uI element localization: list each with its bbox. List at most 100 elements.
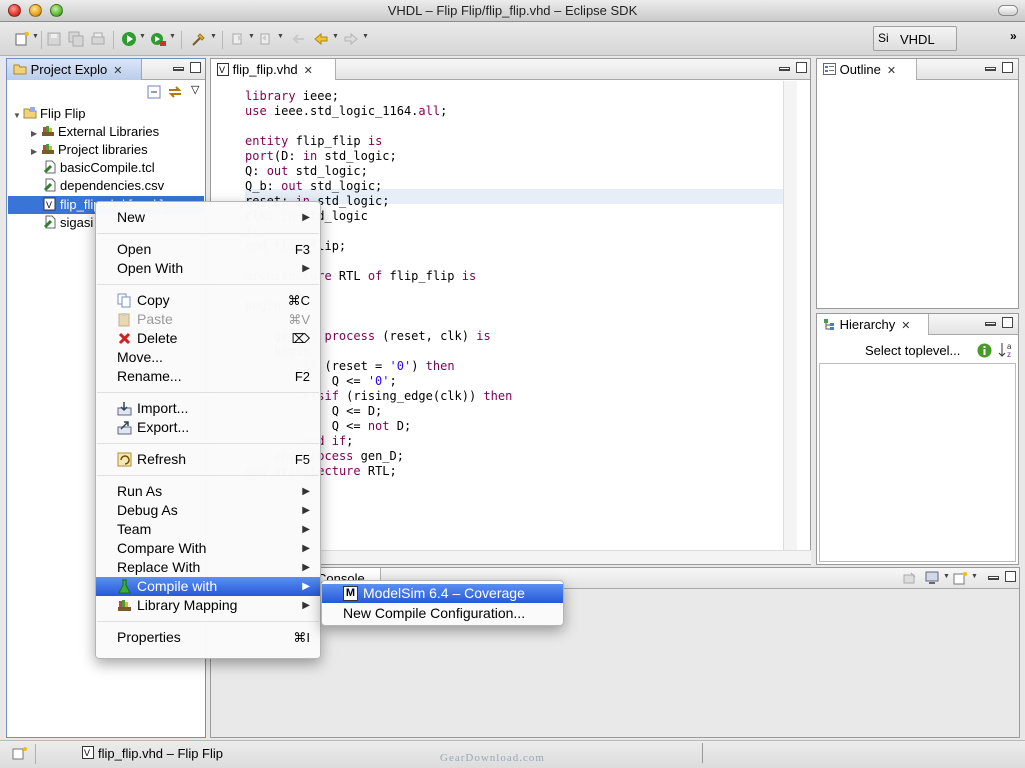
menu-item-rename[interactable]: Rename... F2 — [96, 367, 320, 386]
minimize-view-button[interactable] — [985, 67, 996, 71]
menu-item-delete[interactable]: Delete ⌦ — [96, 329, 320, 348]
save-icon[interactable] — [46, 31, 62, 47]
maximize-view-button[interactable] — [1002, 62, 1013, 73]
menu-item-export[interactable]: Export... — [96, 418, 320, 437]
menu-item-refresh[interactable]: Refresh F5 — [96, 450, 320, 469]
code-line: entity flip_flip is — [245, 134, 382, 149]
collapsed-triangle-icon[interactable]: ▶ — [31, 143, 41, 161]
open-console-icon[interactable] — [953, 571, 969, 588]
external-tools-icon[interactable] — [150, 31, 166, 47]
minimize-view-button[interactable] — [779, 67, 790, 71]
next-annotation-icon[interactable] — [230, 31, 246, 47]
new-wizard-icon[interactable] — [14, 31, 30, 47]
menu-separator — [97, 475, 319, 476]
menu-item-copy[interactable]: Copy ⌘C — [96, 291, 320, 310]
chevron-down-icon[interactable]: ▼ — [332, 33, 339, 40]
perspective-vhdl-button[interactable]: Si VHDL — [873, 26, 957, 51]
run-icon[interactable] — [121, 31, 137, 47]
menu-shortcut: ⌘I — [293, 630, 310, 645]
code-text: RTL; — [360, 464, 397, 478]
expanded-triangle-icon[interactable]: ▼ — [13, 107, 23, 125]
tree-item-external-libraries[interactable]: ▶ External Libraries — [31, 123, 159, 141]
tree-item-project[interactable]: ▼ Flip Flip — [13, 105, 86, 123]
close-icon[interactable]: ✕ — [113, 65, 122, 77]
menu-item-compile-with[interactable]: Compile with ▶ — [96, 577, 320, 596]
back-icon[interactable] — [313, 31, 329, 47]
chevron-down-icon[interactable]: ▼ — [971, 573, 978, 580]
sort-alphabetically-icon[interactable]: az — [998, 341, 1014, 362]
print-icon[interactable] — [90, 31, 106, 47]
menu-item-paste[interactable]: Paste ⌘V — [96, 310, 320, 329]
chevron-down-icon[interactable]: ▼ — [169, 33, 176, 40]
tree-item-sigasi[interactable]: sigasi — [43, 214, 93, 232]
minimize-view-button[interactable] — [988, 576, 999, 580]
status-separator — [702, 743, 703, 763]
forward-icon[interactable] — [343, 31, 359, 47]
menu-item-team[interactable]: Team ▶ — [96, 520, 320, 539]
code-text: gen_D; — [353, 449, 404, 463]
tab-project-explorer[interactable]: Project Explo ✕ — [7, 59, 142, 80]
maximize-view-button[interactable] — [1005, 571, 1016, 582]
collapse-all-icon[interactable] — [147, 85, 161, 102]
fast-view-icon[interactable] — [12, 745, 30, 764]
chevron-down-icon[interactable]: ▼ — [943, 573, 950, 580]
menu-item-properties[interactable]: Properties ⌘I — [96, 628, 320, 647]
menu-item-run-as[interactable]: Run As ▶ — [96, 482, 320, 501]
menu-item-open[interactable]: Open F3 — [96, 240, 320, 259]
chevron-down-icon[interactable]: ▼ — [248, 33, 255, 40]
close-icon[interactable]: ✕ — [901, 320, 910, 332]
tree-item-dependencies[interactable]: dependencies.csv — [43, 177, 164, 195]
explorer-tab-bar: Project Explo ✕ — [7, 59, 205, 80]
link-with-editor-icon[interactable] — [167, 85, 183, 102]
tree-item-project-libraries[interactable]: ▶ Project libraries — [31, 141, 148, 159]
minimize-view-button[interactable] — [985, 322, 996, 326]
tab-hierarchy[interactable]: Hierarchy ✕ — [817, 314, 929, 335]
menu-item-open-with[interactable]: Open With ▶ — [96, 259, 320, 278]
minimize-view-button[interactable] — [173, 67, 184, 71]
menu-item-label: Properties — [117, 629, 181, 645]
maximize-view-button[interactable] — [796, 62, 807, 73]
menu-item-label: Replace With — [117, 559, 201, 575]
menu-item-debug-as[interactable]: Debug As ▶ — [96, 501, 320, 520]
menu-item-label: Paste — [137, 311, 173, 327]
vhdl-file-icon: V — [82, 746, 94, 762]
save-all-icon[interactable] — [68, 31, 84, 47]
close-icon[interactable]: ✕ — [304, 65, 313, 77]
vertical-scrollbar[interactable] — [783, 81, 797, 550]
previous-annotation-icon[interactable] — [258, 31, 274, 47]
more-perspectives-icon[interactable]: » — [1010, 29, 1017, 43]
tab-label: flip_flip.vhd — [232, 62, 298, 77]
menu-item-new[interactable]: New ▶ — [96, 208, 320, 227]
tree-item-basiccompile[interactable]: basicCompile.tcl — [43, 159, 155, 177]
menu-item-replace-with[interactable]: Replace With ▶ — [96, 558, 320, 577]
menu-item-move[interactable]: Move... — [96, 348, 320, 367]
chevron-down-icon[interactable]: ▼ — [362, 33, 369, 40]
last-edit-icon[interactable] — [290, 31, 306, 47]
maximize-view-button[interactable] — [190, 62, 201, 73]
menu-item-import[interactable]: Import... — [96, 399, 320, 418]
menu-item-compare-with[interactable]: Compare With ▶ — [96, 539, 320, 558]
info-icon[interactable] — [977, 343, 992, 361]
chevron-down-icon[interactable]: ▼ — [210, 33, 217, 40]
close-icon[interactable]: ✕ — [887, 65, 896, 77]
hierarchy-tree[interactable] — [819, 363, 1016, 562]
menu-separator — [97, 284, 319, 285]
tab-outline[interactable]: Outline ✕ — [817, 59, 917, 80]
chevron-down-icon[interactable]: ▼ — [139, 33, 146, 40]
view-menu-icon[interactable]: ▽ — [191, 83, 199, 96]
modelsim-icon: M — [343, 586, 358, 601]
display-console-icon[interactable] — [925, 571, 941, 588]
menu-item-library-mapping[interactable]: Library Mapping ▶ — [96, 596, 320, 615]
submenu-item-label: ModelSim 6.4 – Coverage — [363, 585, 525, 601]
tab-flip-flip-vhd[interactable]: V flip_flip.vhd ✕ — [211, 59, 336, 80]
open-task-icon[interactable] — [191, 31, 207, 47]
chevron-down-icon[interactable]: ▼ — [32, 33, 39, 40]
submenu-item-modelsim-6-4-coverage[interactable]: M ModelSim 6.4 – Coverage — [322, 584, 563, 603]
toolbar-toggle-button[interactable] — [998, 5, 1018, 16]
chevron-down-icon[interactable]: ▼ — [277, 33, 284, 40]
select-toplevel-label[interactable]: Select toplevel... — [865, 343, 960, 358]
pin-console-icon[interactable] — [903, 571, 917, 588]
outline-icon — [823, 63, 836, 75]
submenu-item-new-compile-configuration[interactable]: New Compile Configuration... — [322, 604, 563, 623]
maximize-view-button[interactable] — [1002, 317, 1013, 328]
